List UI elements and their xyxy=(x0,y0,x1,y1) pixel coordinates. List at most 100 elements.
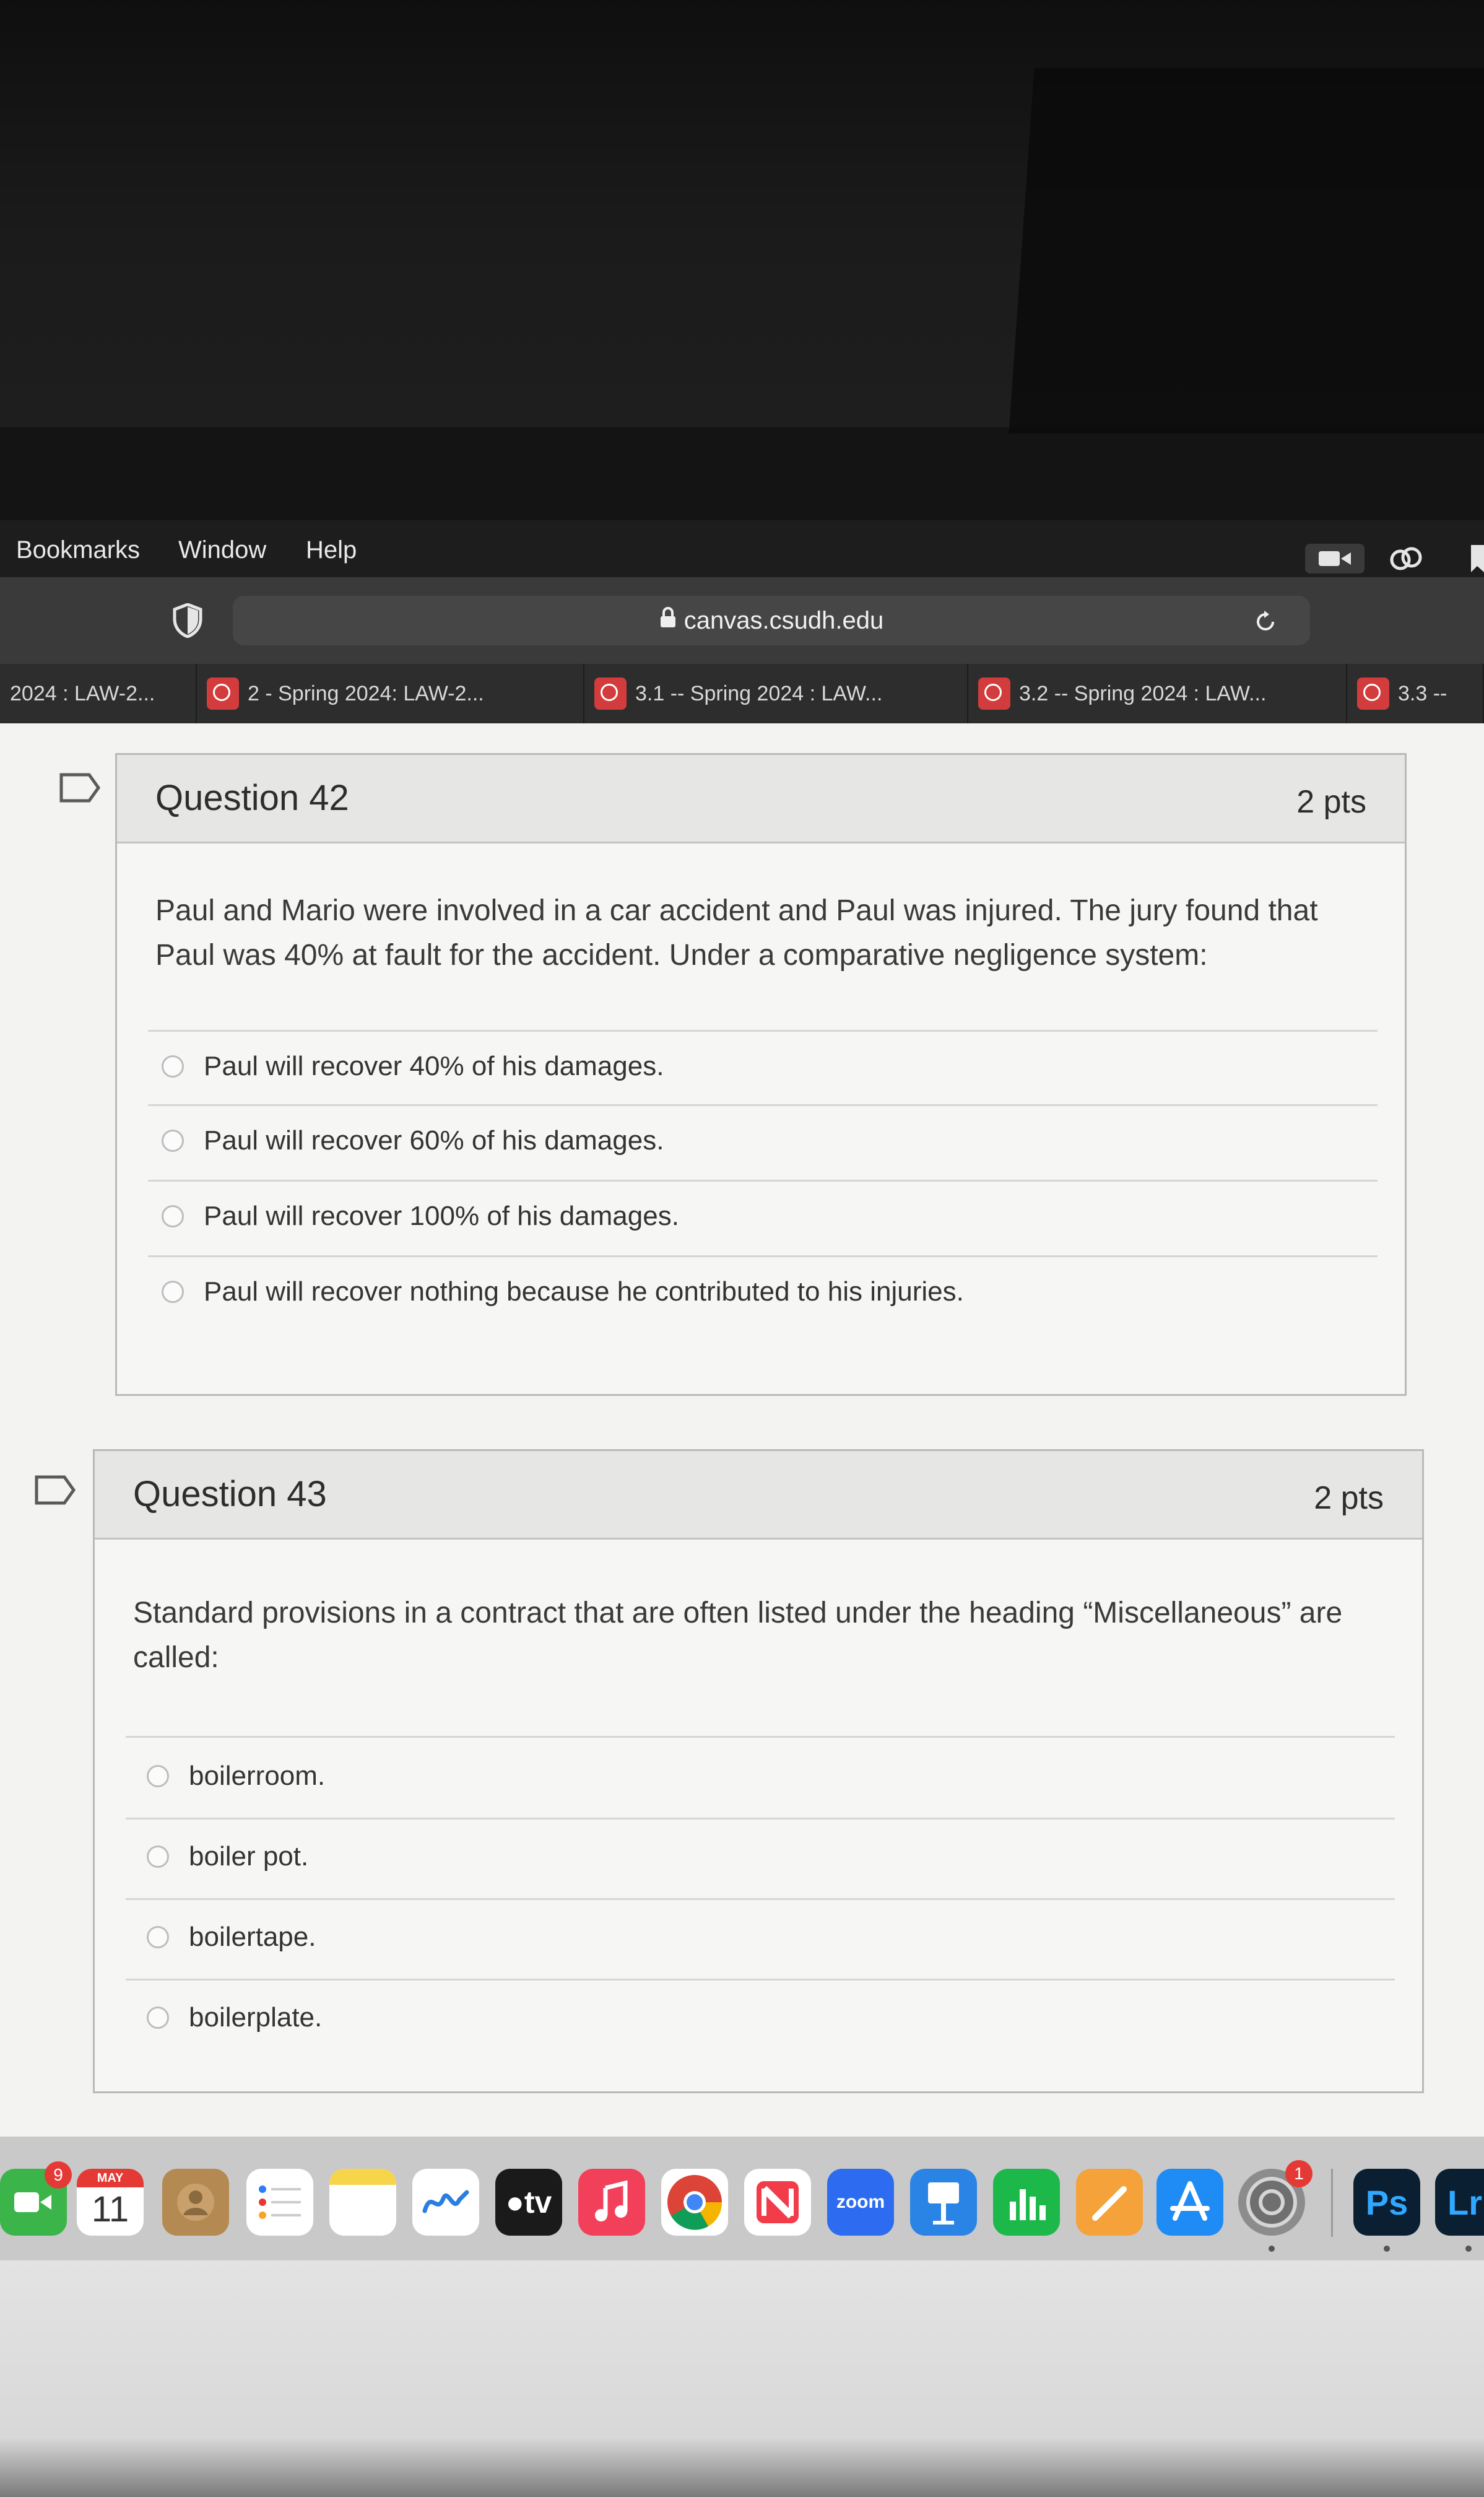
running-indicator xyxy=(1465,2246,1472,2252)
dock: 9 MAY 11 ● tv zoom 1 Ps Lr xyxy=(0,2137,1484,2260)
reload-icon[interactable] xyxy=(1252,608,1279,642)
tab-5[interactable]: 3.3 -- xyxy=(1347,664,1484,723)
music-icon[interactable] xyxy=(578,2169,645,2236)
reminders-icon[interactable] xyxy=(246,2169,313,2236)
question-points: 2 pts xyxy=(1314,1480,1384,1516)
laptop-bottom-bezel xyxy=(0,2260,1484,2497)
question-text-line: Paul was 40% at fault for the accident. … xyxy=(155,939,1208,972)
answer-option[interactable]: Paul will recover nothing because he con… xyxy=(162,1276,964,1307)
question-text: Paul and Mario were involved in a car ac… xyxy=(155,889,1318,978)
answer-label: Paul will recover 100% of his damages. xyxy=(204,1201,679,1231)
canvas-favicon-icon xyxy=(207,678,239,710)
app-store-icon[interactable] xyxy=(1156,2169,1223,2236)
photoshop-icon[interactable]: Ps xyxy=(1353,2169,1420,2236)
pages-icon[interactable] xyxy=(1076,2169,1143,2236)
notification-badge: 1 xyxy=(1285,2160,1313,2187)
question-header: Question 43 2 pts xyxy=(95,1451,1422,1540)
answer-label: boilerroom. xyxy=(189,1761,326,1791)
notes-header xyxy=(329,2169,396,2185)
contacts-icon[interactable] xyxy=(162,2169,229,2236)
apple-icon: ● xyxy=(505,2185,524,2220)
question-text-line: Standard provisions in a contract that a… xyxy=(133,1597,1343,1629)
question-card-42: Question 42 2 pts Paul and Mario were in… xyxy=(115,753,1407,1396)
answer-option[interactable]: Paul will recover 100% of his damages. xyxy=(162,1201,679,1232)
bezel-shadow xyxy=(1009,68,1484,434)
news-icon[interactable] xyxy=(744,2169,811,2236)
lightroom-label: Lr xyxy=(1447,2182,1482,2222)
zoom-icon[interactable]: zoom xyxy=(827,2169,894,2236)
keynote-icon[interactable] xyxy=(910,2169,977,2236)
canvas-favicon-icon xyxy=(978,678,1010,710)
flag-question-42-icon[interactable] xyxy=(59,773,101,806)
answer-option[interactable]: Paul will recover 40% of his damages. xyxy=(162,1051,664,1082)
notification-badge: 9 xyxy=(45,2161,72,2189)
menu-bookmarks[interactable]: Bookmarks xyxy=(16,536,140,564)
answer-option[interactable]: boilertape. xyxy=(147,1922,316,1953)
calendar-icon[interactable]: MAY 11 xyxy=(77,2169,144,2236)
calendar-day: 11 xyxy=(91,2189,129,2229)
answer-label: Paul will recover 60% of his damages. xyxy=(204,1125,664,1156)
answer-option[interactable]: boilerplate. xyxy=(147,2002,322,2033)
question-title: Question 43 xyxy=(133,1474,327,1514)
divider xyxy=(126,1818,1395,1819)
running-indicator xyxy=(1384,2246,1390,2252)
shield-icon[interactable] xyxy=(172,603,203,641)
tab-1[interactable]: 2024 : LAW-2... xyxy=(0,664,197,723)
radio-button[interactable] xyxy=(147,2007,169,2029)
answer-label: Paul will recover nothing because he con… xyxy=(204,1276,964,1307)
canvas-favicon-icon xyxy=(594,678,627,710)
apple-tv-icon[interactable]: ● tv xyxy=(495,2169,562,2236)
radio-button[interactable] xyxy=(162,1281,184,1303)
tab-2[interactable]: 2 - Spring 2024: LAW-2... xyxy=(197,664,584,723)
browser-toolbar: canvas.csudh.edu xyxy=(0,577,1484,664)
lightroom-icon[interactable]: Lr xyxy=(1435,2169,1484,2236)
question-text-line: called: xyxy=(133,1641,219,1674)
answer-label: boilerplate. xyxy=(189,2002,323,2033)
running-indicator xyxy=(1269,2246,1275,2252)
address-bar[interactable]: canvas.csudh.edu xyxy=(233,596,1310,645)
radio-button[interactable] xyxy=(147,1765,169,1787)
freeform-icon[interactable] xyxy=(412,2169,479,2236)
divider xyxy=(126,1736,1395,1738)
lock-icon xyxy=(659,606,677,635)
creative-cloud-icon[interactable] xyxy=(1387,544,1426,577)
radio-button[interactable] xyxy=(147,1926,169,1948)
canvas-quiz-page: Question 42 2 pts Paul and Mario were in… xyxy=(0,723,1484,2137)
answer-label: boiler pot. xyxy=(189,1841,309,1872)
answer-option[interactable]: boilerroom. xyxy=(147,1761,325,1792)
chrome-icon[interactable] xyxy=(661,2169,728,2236)
radio-button[interactable] xyxy=(162,1055,184,1078)
question-card-43: Question 43 2 pts Standard provisions in… xyxy=(93,1449,1424,2093)
tab-label: 2 - Spring 2024: LAW-2... xyxy=(248,681,484,705)
divider xyxy=(148,1180,1378,1182)
question-text-line: Paul and Mario were involved in a car ac… xyxy=(155,894,1318,927)
radio-button[interactable] xyxy=(162,1205,184,1227)
menu-help[interactable]: Help xyxy=(306,536,357,564)
tab-4[interactable]: 3.2 -- Spring 2024 : LAW... xyxy=(968,664,1347,723)
divider xyxy=(148,1255,1378,1257)
divider xyxy=(148,1030,1378,1032)
radio-button[interactable] xyxy=(147,1846,169,1868)
answer-label: Paul will recover 40% of his damages. xyxy=(204,1051,664,1081)
answer-option[interactable]: Paul will recover 60% of his damages. xyxy=(162,1125,664,1156)
numbers-icon[interactable] xyxy=(993,2169,1060,2236)
video-camera-icon[interactable] xyxy=(1305,544,1365,577)
bookmark-icon[interactable] xyxy=(1471,545,1484,575)
calendar-month: MAY xyxy=(77,2169,144,2187)
menu-window[interactable]: Window xyxy=(178,536,266,564)
answer-option[interactable]: boiler pot. xyxy=(147,1841,308,1872)
tab-label: 3.3 -- xyxy=(1398,681,1447,705)
question-title: Question 42 xyxy=(155,778,349,818)
canvas-favicon-icon xyxy=(1357,678,1389,710)
question-text: Standard provisions in a contract that a… xyxy=(133,1591,1342,1680)
answer-label: boilertape. xyxy=(189,1922,316,1952)
zoom-label: zoom xyxy=(836,2192,885,2212)
tab-3[interactable]: 3.1 -- Spring 2024 : LAW... xyxy=(584,664,968,723)
radio-button[interactable] xyxy=(162,1130,184,1152)
flag-question-43-icon[interactable] xyxy=(35,1475,76,1508)
question-header: Question 42 2 pts xyxy=(117,755,1405,843)
appletv-label: tv xyxy=(524,2185,552,2220)
url-text: canvas.csudh.edu xyxy=(683,606,884,634)
notes-icon[interactable] xyxy=(329,2169,396,2236)
tab-label: 3.2 -- Spring 2024 : LAW... xyxy=(1019,681,1267,705)
